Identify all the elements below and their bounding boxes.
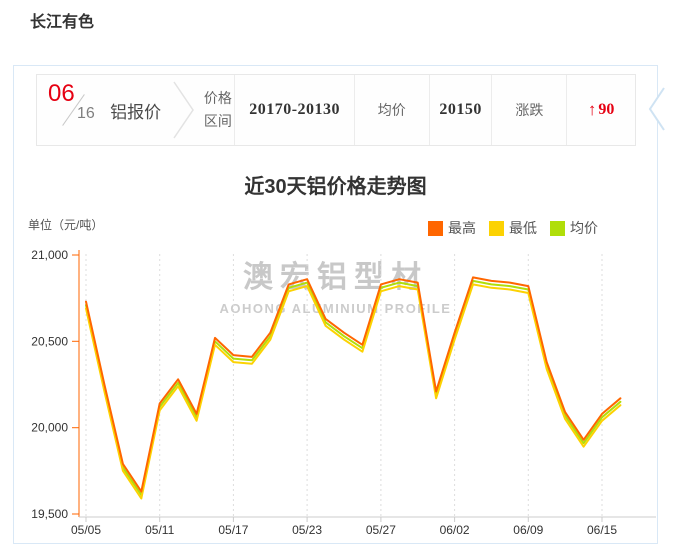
- x-axis-label: 05/27: [366, 523, 396, 537]
- quote-date: 06 16: [37, 75, 105, 145]
- series-line-high: [86, 277, 620, 491]
- x-axis-label: 05/11: [145, 523, 174, 537]
- change-amount: 90: [598, 101, 614, 119]
- y-axis-label: 21,000: [31, 248, 68, 262]
- quote-date-day: 16: [77, 105, 95, 123]
- quote-product-label: 铝报价: [105, 75, 167, 145]
- content-panel: 06 16 铝报价 价格 区间 20170-20130 均价 20150 涨跌 …: [13, 65, 658, 544]
- chart-title: 近30天铝价格走势图: [14, 170, 657, 199]
- panel-collapse-handle[interactable]: [645, 86, 667, 137]
- quote-date-month: 06: [48, 80, 75, 108]
- price-range-label: 价格 区间: [201, 75, 234, 145]
- series-line-avg: [86, 281, 620, 495]
- page-title: 长江有色: [30, 8, 94, 32]
- y-axis-label: 20,000: [31, 421, 68, 435]
- y-axis-label: 19,500: [31, 507, 68, 521]
- x-axis-label: 06/02: [440, 523, 470, 537]
- chevron-right-icon: [167, 75, 202, 145]
- price-range-value: 20170-20130: [234, 75, 354, 145]
- price-trend-chart: 05/05 05/11 05/17 05/23 05/27 06/02 06/09 06/15…: [14, 211, 657, 543]
- change-value: ↑ 90: [566, 75, 635, 145]
- x-axis-label: 06/15: [587, 523, 617, 537]
- x-axis-label: 05/17: [218, 523, 248, 537]
- change-label: 涨跌: [491, 75, 566, 145]
- average-price-value: 20150: [429, 75, 492, 145]
- average-price-label: 均价: [354, 75, 429, 145]
- page: 长江有色 06 16 铝报价 价格 区间 20170-20130 均价 2015…: [0, 0, 678, 559]
- x-axis-label: 05/23: [292, 523, 322, 537]
- x-axis-label: 05/05: [71, 523, 101, 537]
- y-axis-label: 20,500: [31, 334, 68, 348]
- quote-bar: 06 16 铝报价 价格 区间 20170-20130 均价 20150 涨跌 …: [36, 74, 636, 146]
- series-line-low: [86, 284, 620, 498]
- up-arrow-icon: ↑: [588, 100, 597, 120]
- x-axis-label: 06/09: [513, 523, 543, 537]
